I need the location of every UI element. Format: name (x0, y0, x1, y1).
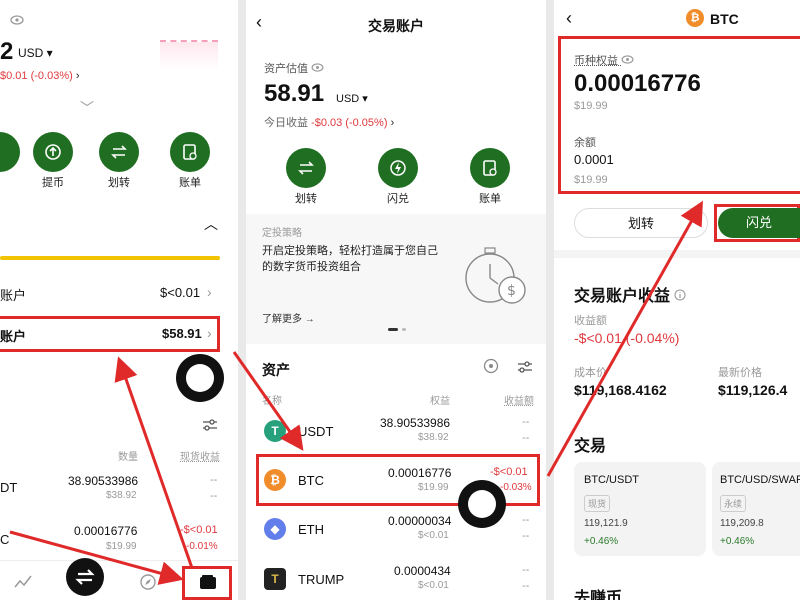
arrow-account-to-btc (232, 351, 304, 451)
arrow-wallet-to-account (114, 356, 194, 569)
arrow-btc-to-detail (546, 200, 703, 477)
arrow-btc-to-wallet (9, 530, 184, 585)
annotation-arrows (9, 200, 703, 585)
